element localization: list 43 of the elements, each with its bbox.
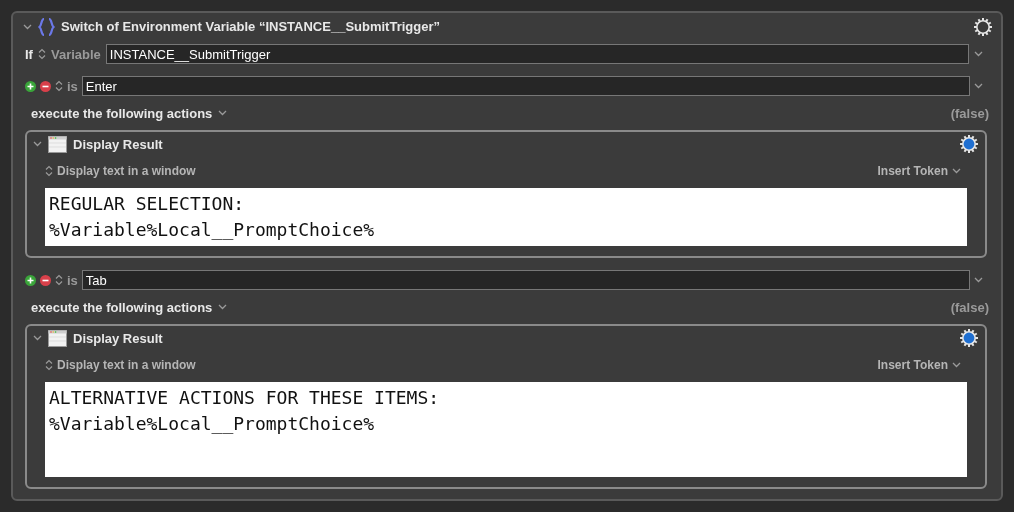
variable-field[interactable]: INSTANCE__SubmitTrigger (105, 44, 969, 64)
disclosure-chevron-icon[interactable] (33, 335, 42, 341)
execute-label[interactable]: execute the following actions (31, 105, 213, 121)
insert-token-button[interactable]: Insert Token (877, 358, 961, 372)
insert-token-button[interactable]: Insert Token (877, 164, 961, 178)
action-title: Display Result (73, 330, 163, 346)
case-value-field[interactable]: Tab (81, 270, 970, 290)
disclosure-chevron-icon[interactable] (23, 23, 32, 30)
text-field[interactable]: REGULAR SELECTION: %Variable%Local__PromptChoice% (45, 188, 967, 246)
source-label[interactable]: Variable (50, 46, 101, 62)
execute-label[interactable]: execute the following actions (31, 299, 213, 315)
add-icon[interactable] (25, 274, 36, 286)
add-icon[interactable] (25, 80, 36, 92)
stepper-icon[interactable] (45, 359, 53, 371)
stepper-icon[interactable] (37, 48, 46, 60)
dropdown-chevron-icon[interactable] (218, 304, 228, 310)
operator-label[interactable]: is (67, 272, 78, 288)
stepper-icon[interactable] (45, 165, 53, 177)
case-result: (false) (950, 299, 989, 315)
braces-icon (38, 17, 55, 36)
dropdown-chevron-icon[interactable] (952, 168, 961, 174)
window-icon (48, 329, 67, 347)
case-result: (false) (950, 105, 989, 121)
disclosure-chevron-icon[interactable] (33, 141, 42, 147)
dropdown-chevron-icon[interactable] (218, 110, 228, 116)
dropdown-chevron-icon[interactable] (974, 277, 983, 283)
dropdown-chevron-icon[interactable] (952, 362, 961, 368)
remove-icon[interactable] (40, 274, 51, 286)
text-field[interactable]: ALTERNATIVE ACTIONS FOR THESE ITEMS: %Variable%Local__PromptChoice% (45, 382, 967, 477)
settings-icon[interactable] (959, 134, 979, 154)
case-value-field[interactable]: Enter (81, 76, 970, 96)
remove-icon[interactable] (40, 80, 51, 92)
mode-label[interactable]: Display text in a window (57, 358, 196, 372)
window-icon (48, 135, 67, 153)
settings-icon[interactable] (973, 16, 993, 37)
if-label: If (25, 46, 33, 62)
action-title: Display Result (73, 136, 163, 152)
action-title: Switch of Environment Variable “INSTANCE__SubmitTrigger” (61, 19, 440, 34)
operator-label[interactable]: is (67, 78, 78, 94)
settings-icon[interactable] (959, 328, 979, 348)
mode-label[interactable]: Display text in a window (57, 164, 196, 178)
dropdown-chevron-icon[interactable] (974, 51, 983, 57)
dropdown-chevron-icon[interactable] (974, 83, 983, 89)
